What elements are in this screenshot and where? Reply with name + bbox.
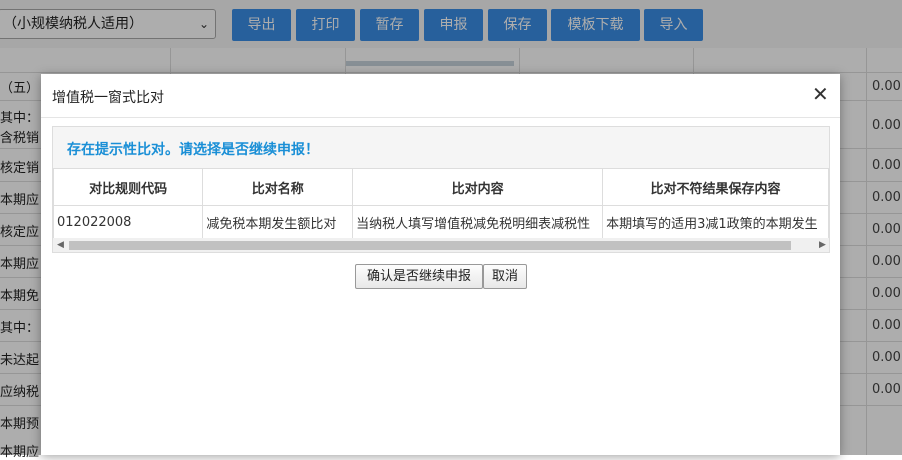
scrollbar-thumb[interactable] [69,241,791,250]
horizontal-scrollbar[interactable]: ◀ ▶ [53,238,829,252]
dialog-header-divider [41,117,840,118]
column-header-content: 比对内容 [352,168,604,206]
column-header-rule-code: 对比规则代码 [52,168,204,206]
dialog-title: 增值税一窗式比对 [52,90,164,106]
scroll-right-icon[interactable]: ▶ [819,238,826,252]
cancel-button[interactable]: 取消 [483,264,527,289]
warning-message: 存在提示性比对。请选择是否继续申报！ [67,142,319,158]
confirm-continue-button[interactable]: 确认是否继续申报 [355,264,483,289]
rule-code-cell: 012022008 [52,205,204,239]
comparison-dialog: 增值税一窗式比对 ✕ 存在提示性比对。请选择是否继续申报！ 对比规则代码 比对名… [41,74,840,455]
rule-name-cell: 减免税本期发生额比对 [202,205,354,239]
comparison-table: 对比规则代码 比对名称 比对内容 比对不符结果保存内容 012022008 减免… [52,168,829,239]
rule-result-cell: 本期填写的适用3减1政策的本期发生 [602,205,829,239]
column-header-result: 比对不符结果保存内容 [602,168,829,206]
column-header-name: 比对名称 [202,168,354,206]
close-icon[interactable]: ✕ [812,83,829,105]
table-row: 012022008 减免税本期发生额比对 当纳税人填写增值税减免税明细表减税性 … [52,205,829,239]
warning-banner: 存在提示性比对。请选择是否继续申报！ [53,127,829,169]
scroll-left-icon[interactable]: ◀ [57,238,64,252]
comparison-panel: 存在提示性比对。请选择是否继续申报！ 对比规则代码 比对名称 比对内容 比对不符… [52,126,830,253]
table-header-row: 对比规则代码 比对名称 比对内容 比对不符结果保存内容 [52,168,829,206]
rule-content-cell: 当纳税人填写增值税减免税明细表减税性 [352,205,604,239]
